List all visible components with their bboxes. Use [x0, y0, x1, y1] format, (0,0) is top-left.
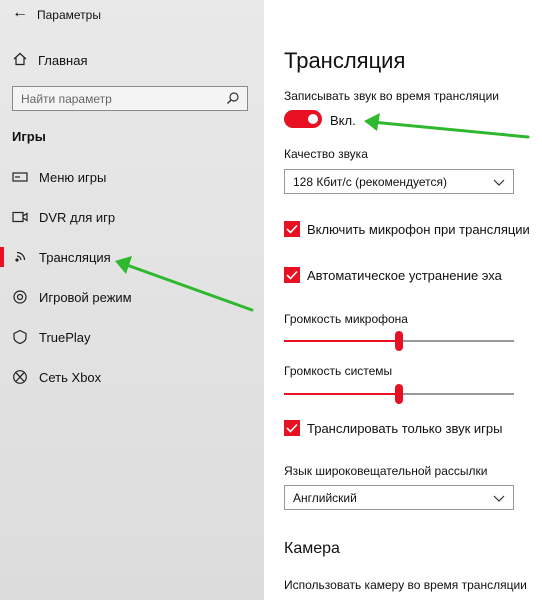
- echo-cancel-checkbox[interactable]: [284, 267, 300, 283]
- echo-cancel-label: Автоматическое устранение эха: [307, 267, 502, 283]
- sidebar-item-game-dvr[interactable]: DVR для игр: [0, 197, 264, 237]
- enable-mic-label: Включить микрофон при трансляции: [307, 221, 530, 237]
- sidebar-item-label: DVR для игр: [39, 209, 116, 225]
- record-audio-toggle[interactable]: [284, 110, 322, 128]
- section-title: Игры: [12, 129, 46, 144]
- game-dvr-icon: [12, 209, 28, 225]
- slider-fill: [284, 393, 399, 395]
- slider-thumb[interactable]: [395, 331, 403, 351]
- language-value: Английский: [293, 491, 357, 505]
- slider-thumb[interactable]: [395, 384, 403, 404]
- sidebar-nav: Меню игры DVR для игр Трансляция Игровой…: [0, 157, 264, 397]
- home-icon: [12, 52, 28, 69]
- record-audio-state: Вкл.: [330, 113, 356, 128]
- sidebar-item-label: Трансляция: [39, 249, 111, 265]
- back-button[interactable]: ←: [12, 4, 28, 22]
- search-icon[interactable]: [226, 91, 240, 110]
- sidebar-item-label: Сеть Xbox: [39, 369, 102, 385]
- audio-quality-value: 128 Кбит/с (рекомендуется): [293, 175, 448, 189]
- search-box[interactable]: [12, 86, 248, 111]
- game-audio-only-row[interactable]: Транслировать только звук игры: [284, 420, 502, 436]
- mic-volume-slider[interactable]: [284, 331, 514, 351]
- home-nav-item[interactable]: Главная: [12, 52, 87, 69]
- sidebar-item-game-mode[interactable]: Игровой режим: [0, 277, 264, 317]
- language-dropdown[interactable]: Английский: [284, 485, 514, 510]
- sidebar-item-xbox[interactable]: Сеть Xbox: [0, 357, 264, 397]
- audio-quality-dropdown[interactable]: 128 Кбит/с (рекомендуется): [284, 169, 514, 194]
- mic-volume-label: Громкость микрофона: [284, 312, 408, 326]
- camera-section-title: Камера: [284, 540, 340, 557]
- search-input[interactable]: [13, 87, 234, 110]
- broadcast-icon: [12, 249, 28, 265]
- home-label: Главная: [38, 53, 88, 68]
- chevron-down-icon: [493, 492, 505, 506]
- game-bar-icon: [12, 169, 28, 185]
- sidebar-item-broadcast[interactable]: Трансляция: [0, 237, 264, 277]
- audio-quality-label: Качество звука: [284, 147, 368, 161]
- language-label: Язык широковещательной рассылки: [284, 464, 488, 478]
- use-camera-label: Использовать камеру во время трансляции: [284, 578, 527, 592]
- window-title: Параметры: [37, 8, 101, 22]
- game-audio-only-checkbox[interactable]: [284, 420, 300, 436]
- system-volume-slider[interactable]: [284, 384, 514, 404]
- game-audio-only-label: Транслировать только звук игры: [307, 420, 503, 436]
- echo-cancel-row[interactable]: Автоматическое устранение эха: [284, 267, 502, 283]
- enable-mic-row[interactable]: Включить микрофон при трансляции: [284, 221, 530, 237]
- game-mode-icon: [12, 289, 28, 305]
- sidebar-item-trueplay[interactable]: TruePlay: [0, 317, 264, 357]
- system-volume-label: Громкость системы: [284, 364, 393, 378]
- sidebar-item-game-bar[interactable]: Меню игры: [0, 157, 264, 197]
- sidebar-item-label: Игровой режим: [39, 289, 132, 305]
- sidebar-item-label: Меню игры: [39, 169, 107, 185]
- trueplay-icon: [12, 329, 28, 345]
- sidebar: ← Параметры Главная Игры Меню игры DVR д…: [0, 0, 264, 600]
- slider-fill: [284, 340, 399, 342]
- annotation-arrow-toggle: [364, 113, 530, 139]
- xbox-icon: [12, 369, 28, 385]
- record-audio-label: Записывать звук во время трансляции: [284, 89, 499, 103]
- sidebar-item-label: TruePlay: [39, 329, 91, 345]
- page-title: Трансляция: [284, 48, 406, 73]
- enable-mic-checkbox[interactable]: [284, 221, 300, 237]
- chevron-down-icon: [493, 176, 505, 190]
- toggle-knob: [308, 114, 318, 124]
- title-bar: ← Параметры: [0, 0, 264, 30]
